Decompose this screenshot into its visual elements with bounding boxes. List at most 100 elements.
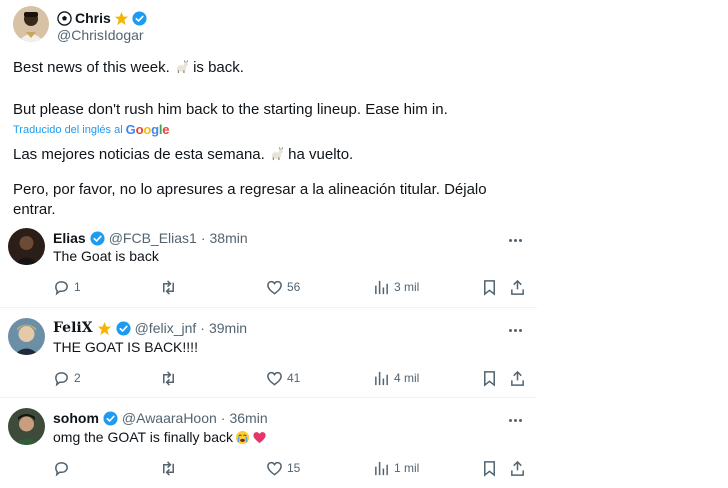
reply-timestamp[interactable]: 38min: [210, 230, 248, 246]
views-icon: [375, 280, 388, 294]
share-icon: [511, 279, 524, 295]
author-avatar[interactable]: [13, 6, 49, 42]
action-bar: 2 41 4 mil: [53, 369, 533, 387]
bookmark-button[interactable]: [481, 369, 498, 387]
reply-tweet[interactable]: FeliX @felix_jnf · 39min THE GOAT IS BAC…: [0, 308, 540, 398]
reply-count: 1: [74, 280, 81, 294]
share-button[interactable]: [509, 459, 526, 477]
reply-button[interactable]: 1: [53, 278, 81, 296]
share-button[interactable]: [509, 369, 526, 387]
reply-author-name[interactable]: FeliX: [53, 320, 93, 336]
star-icon: [114, 11, 129, 26]
bookmark-icon: [484, 370, 495, 387]
reply-author-name[interactable]: Elias: [53, 230, 86, 246]
reply-author-handle[interactable]: @AwaaraHoon: [122, 410, 217, 426]
heart-icon: [267, 371, 282, 386]
reply-text-line: omg the GOAT is finally back: [53, 429, 267, 445]
more-options-icon[interactable]: [504, 412, 526, 428]
tweet-text-2: But please don't rush him back to the st…: [13, 101, 448, 118]
views-button[interactable]: 1 mil: [373, 459, 419, 477]
more-options-icon[interactable]: [504, 232, 526, 248]
views-button[interactable]: 4 mil: [373, 369, 419, 387]
tweet-text-line-3: Las mejores noticias de esta semana. ha …: [13, 145, 353, 165]
reply-text: THE GOAT IS BACK!!!!: [53, 339, 198, 355]
reply-author-name[interactable]: sohom: [53, 410, 99, 426]
heart-icon: [267, 461, 282, 476]
bookmark-icon: [484, 279, 495, 296]
reply-text: The Goat is back: [53, 248, 159, 264]
reply-header: sohom @AwaaraHoon · 36min: [53, 408, 268, 428]
star-icon: [97, 321, 112, 336]
reply-avatar[interactable]: [8, 318, 45, 355]
retweet-icon: [163, 370, 174, 386]
reply-timestamp[interactable]: 39min: [209, 320, 247, 336]
reply-author-handle[interactable]: @felix_jnf: [135, 320, 197, 336]
share-icon: [511, 460, 524, 476]
crying-face-emoji-icon: [235, 430, 250, 445]
views-icon: [375, 371, 388, 385]
retweet-button[interactable]: [160, 459, 181, 477]
tweet-text-1: Best news of this week.: [13, 59, 170, 76]
bookmark-button[interactable]: [481, 459, 498, 477]
reply-button[interactable]: [53, 459, 74, 477]
reply-timestamp[interactable]: 36min: [229, 410, 267, 426]
like-count: 56: [287, 280, 301, 294]
author-name-line[interactable]: Chris: [57, 9, 147, 27]
more-options-icon[interactable]: [504, 322, 526, 338]
action-bar: 1 56 3 mil: [53, 278, 533, 296]
author-name[interactable]: Chris: [75, 10, 111, 26]
like-count: 15: [287, 461, 301, 475]
main-tweet: Chris @ChrisIdogar Best news of this wee…: [0, 0, 540, 222]
reply-avatar[interactable]: [8, 228, 45, 265]
heart-emoji-icon: [252, 430, 267, 445]
like-count: 41: [287, 371, 301, 385]
views-count: 3 mil: [394, 280, 420, 294]
dot-separator: ·: [220, 410, 226, 426]
heart-icon: [267, 280, 282, 295]
retweet-icon: [163, 279, 174, 295]
retweet-button[interactable]: [160, 369, 181, 387]
like-button[interactable]: 41: [266, 369, 300, 387]
reply-author-handle[interactable]: @FCB_Elias1: [109, 230, 197, 246]
soccer-ball-icon: [57, 10, 72, 26]
retweet-icon: [163, 460, 174, 476]
dot-separator: ·: [200, 320, 205, 336]
goat-emoji-icon: [174, 59, 189, 74]
retweet-button[interactable]: [160, 278, 181, 296]
reply-tweet[interactable]: sohom @AwaaraHoon · 36min omg the GOAT i…: [0, 398, 540, 488]
reply-header: FeliX @felix_jnf · 39min: [53, 318, 247, 338]
action-bar: 15 1 mil: [53, 459, 533, 477]
like-button[interactable]: 15: [266, 459, 300, 477]
verified-badge-icon: [132, 10, 147, 26]
goat-emoji-icon: [269, 146, 284, 161]
verified-badge-icon: [90, 230, 105, 246]
reply-icon: [55, 461, 68, 477]
reply-tweet[interactable]: Elias @FCB_Elias1 · 38min The Goat is ba…: [0, 222, 540, 308]
views-icon: [375, 461, 388, 475]
reply-text: omg the GOAT is finally back: [53, 429, 233, 445]
tweet-text-line-1: Best news of this week. is back.: [13, 58, 244, 78]
reply-count: 2: [74, 371, 81, 385]
reply-icon: [55, 371, 68, 387]
reply-header: Elias @FCB_Elias1 · 38min: [53, 228, 248, 248]
translation-attribution[interactable]: Traducido del inglés al Google: [13, 122, 169, 137]
tweet-text-3-tail: ha vuelto.: [288, 146, 354, 163]
views-button[interactable]: 3 mil: [373, 278, 419, 296]
reply-avatar[interactable]: [8, 408, 45, 445]
tweet-text-4: Pero, por favor, no lo apresures a regre…: [13, 181, 487, 218]
share-button[interactable]: [509, 278, 526, 296]
verified-badge-icon: [103, 410, 118, 426]
author-handle[interactable]: @ChrisIdogar: [57, 27, 144, 43]
bookmark-icon: [484, 460, 495, 477]
google-logo: Google: [125, 122, 170, 137]
share-icon: [511, 370, 524, 386]
views-count: 1 mil: [394, 461, 420, 475]
tweet-text-3: Las mejores noticias de esta semana.: [13, 146, 265, 163]
reply-button[interactable]: 2: [53, 369, 81, 387]
bookmark-button[interactable]: [481, 278, 498, 296]
like-button[interactable]: 56: [266, 278, 300, 296]
reply-icon: [55, 280, 68, 296]
dot-separator: ·: [200, 230, 206, 246]
views-count: 4 mil: [394, 371, 420, 385]
translation-label: Traducido del inglés al: [13, 123, 123, 136]
